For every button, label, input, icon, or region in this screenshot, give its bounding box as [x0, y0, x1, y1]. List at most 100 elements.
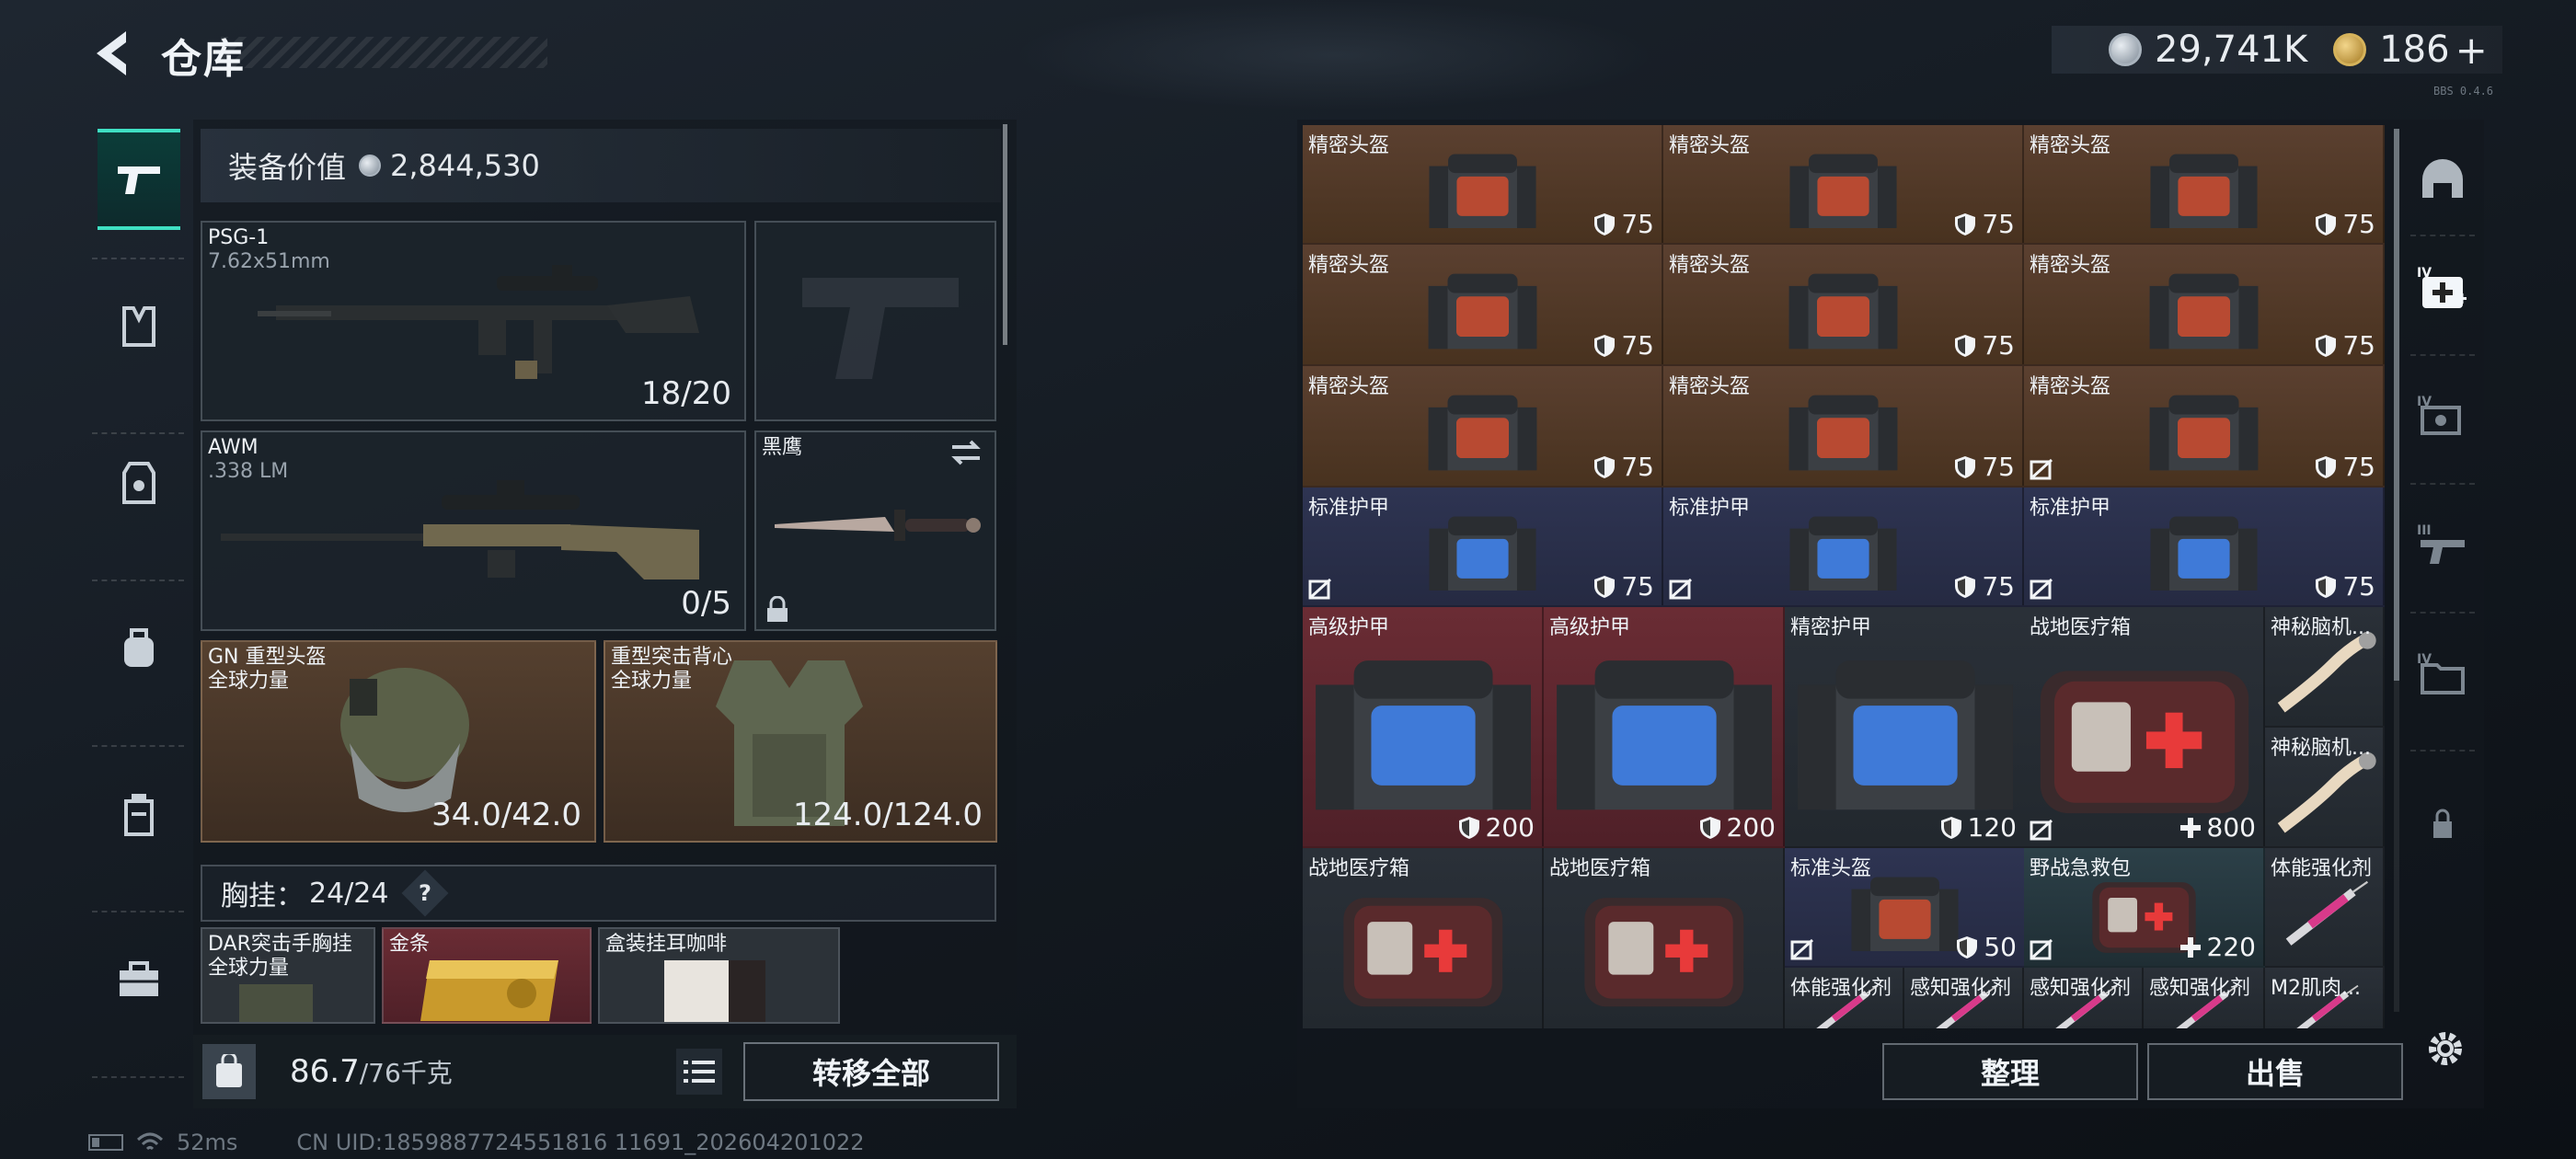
storage-scrollbar[interactable] — [2394, 129, 2399, 1012]
storage-item[interactable]: 体能强化剂 — [1785, 968, 1904, 1028]
secondary-weapon-slot[interactable] — [754, 221, 996, 421]
version-label: BBS 0.4.6 — [2433, 85, 2494, 98]
shield-icon — [1458, 816, 1479, 839]
gold-bar-item[interactable]: 金条 — [382, 927, 592, 1024]
storage-item[interactable]: 标准护甲 75 — [2024, 488, 2385, 607]
filter-ammo[interactable]: IV — [2410, 386, 2475, 451]
item-stat-value: 75 — [2342, 330, 2375, 361]
storage-panel: 精密头盔 75 精密头盔 75 精密头盔 75 精密头盔 75 精密头盔 75 精密头盔 75 精密头盔… — [1297, 120, 2484, 1108]
primary-weapon-slot-2[interactable]: AWM .338 LM 0/5 — [201, 430, 746, 631]
storage-item[interactable]: 神秘脑机... — [2265, 607, 2385, 728]
medkit-icon — [1343, 898, 1503, 1007]
helmet-case-icon — [1429, 154, 1537, 229]
nav-divider — [2410, 354, 2475, 356]
storage-item[interactable]: 标准头盔 50 — [1785, 848, 2026, 968]
storage-item[interactable]: 高级护甲 200 — [1303, 607, 1544, 848]
filter-gun[interactable]: III — [2410, 515, 2475, 580]
armor-slot[interactable]: 重型突击背心 全球力量 124.0/124.0 — [604, 640, 997, 843]
storage-item[interactable]: 精密头盔 75 — [2024, 366, 2385, 488]
helmet-origin: 全球力量 — [208, 670, 290, 693]
item-stat-value: 75 — [2342, 452, 2375, 482]
storage-item[interactable]: 野战急救包 220 — [2024, 848, 2265, 968]
equipment-panel: 装备价值 2,844,530 PSG-1 7.62x51mm 18/20 AWM.… — [193, 120, 1017, 1108]
settings-button[interactable] — [2418, 1021, 2473, 1076]
storage-item[interactable]: 精密头盔 75 — [1663, 245, 2024, 366]
shield-icon — [1940, 816, 1961, 839]
item-name: 精密头盔 — [1308, 254, 1390, 277]
item-stat-value: 120 — [1967, 812, 2017, 843]
no-insure-icon — [1308, 578, 1332, 600]
list-view-button[interactable] — [676, 1049, 722, 1095]
storage-item[interactable]: 精密头盔 75 — [1303, 366, 1663, 488]
nav-bag[interactable] — [98, 763, 180, 865]
folder-icon: IV — [2417, 652, 2465, 694]
item-name: 感知强化剂 — [2030, 977, 2132, 1000]
storage-item[interactable]: 精密头盔 75 — [2024, 245, 2385, 366]
melee-name: 黑鹰 — [762, 436, 803, 459]
syringe-icon — [2286, 880, 2369, 946]
health-plus-icon — [2179, 817, 2201, 838]
item-name: 标准护甲 — [1308, 497, 1390, 520]
item-stat: 75 — [2315, 452, 2375, 482]
storage-item[interactable]: 战地医疗箱 800 — [2024, 607, 2265, 848]
back-button[interactable] — [85, 26, 140, 81]
filter-medkit[interactable]: IV — [2410, 258, 2475, 322]
gold-amount: 186 — [2379, 29, 2450, 71]
shield-icon — [1955, 455, 1976, 478]
storage-item[interactable]: 精密头盔 75 — [1663, 125, 2024, 245]
item-name: M2肌肉... — [2271, 977, 2361, 1000]
storage-item[interactable]: 精密头盔 75 — [2024, 125, 2385, 245]
item-name: 精密头盔 — [1669, 134, 1751, 157]
storage-item[interactable]: 神秘脑机... — [2265, 728, 2385, 848]
item-name: DAR突击手胸挂 — [208, 933, 352, 956]
vest-icon — [122, 306, 155, 347]
coffee-box-item[interactable]: 盒装挂耳咖啡 — [598, 927, 840, 1024]
currency-display: 29,741K 186 + — [2052, 26, 2502, 74]
user-uid: CN UID:1859887724551816 11691_2026042010… — [296, 1130, 865, 1155]
filter-folder[interactable]: IV — [2410, 644, 2475, 708]
storage-item[interactable]: 精密头盔 75 — [1663, 366, 2024, 488]
melee-slot[interactable]: 黑鹰 — [754, 430, 996, 631]
filter-lock[interactable] — [2410, 791, 2475, 855]
helmet-slot[interactable]: GN 重型头盔 全球力量 34.0/42.0 — [201, 640, 596, 843]
item-stat: 75 — [1593, 330, 1654, 361]
storage-item[interactable]: 战地医疗箱 — [1544, 848, 1785, 1028]
status-bar: 52ms CN UID:1859887724551816 11691_20260… — [88, 1130, 865, 1155]
sort-button[interactable]: 整理 — [1882, 1043, 2138, 1100]
storage-item[interactable]: 精密护甲 120 — [1785, 607, 2026, 848]
transfer-all-button[interactable]: 转移全部 — [743, 1042, 999, 1101]
add-currency-button[interactable]: + — [2455, 28, 2488, 73]
help-button[interactable]: ? — [402, 869, 449, 917]
nav-armor[interactable] — [98, 432, 180, 534]
storage-item[interactable]: 战地医疗箱 — [1303, 848, 1544, 1028]
storage-item[interactable]: 感知强化剂 — [2144, 968, 2265, 1028]
equipment-scrollbar[interactable] — [1003, 124, 1007, 345]
equipment-value: 装备价值 2,844,530 — [201, 129, 1001, 202]
chevron-left-icon — [97, 31, 126, 75]
sniper-rifle-icon — [258, 265, 699, 379]
storage-item[interactable]: 体能强化剂 — [2265, 848, 2385, 968]
sell-button[interactable]: 出售 — [2147, 1043, 2403, 1100]
storage-item[interactable]: 高级护甲 200 — [1544, 607, 1785, 848]
filter-helmet[interactable] — [2410, 147, 2475, 212]
item-stat-value: 800 — [2206, 812, 2256, 843]
chest-rig-item[interactable]: DAR突击手胸挂 全球力量 — [201, 927, 375, 1024]
storage-item[interactable]: 精密头盔 75 — [1303, 125, 1663, 245]
storage-item[interactable]: 感知强化剂 — [1904, 968, 2024, 1028]
item-name: 战地医疗箱 — [1308, 857, 1410, 880]
nav-toolbox[interactable] — [98, 929, 180, 1030]
item-stat: 50 — [1956, 932, 2017, 962]
item-name: 感知强化剂 — [2149, 977, 2251, 1000]
storage-item[interactable]: 标准护甲 75 — [1303, 488, 1663, 607]
storage-item[interactable]: 精密头盔 75 — [1303, 245, 1663, 366]
storage-item[interactable]: 感知强化剂 — [2024, 968, 2144, 1028]
storage-item[interactable]: M2肌肉... — [2265, 968, 2385, 1028]
no-insure-icon — [2030, 578, 2053, 600]
nav-weapons[interactable] — [98, 129, 180, 230]
ammo-icon: IV — [2417, 395, 2461, 435]
item-name: 精密护甲 — [1790, 616, 1872, 639]
storage-item[interactable]: 标准护甲 75 — [1663, 488, 2024, 607]
primary-weapon-slot-1[interactable]: PSG-1 7.62x51mm 18/20 — [201, 221, 746, 421]
nav-backpack[interactable] — [98, 598, 180, 699]
nav-chest-rig[interactable] — [98, 276, 180, 377]
